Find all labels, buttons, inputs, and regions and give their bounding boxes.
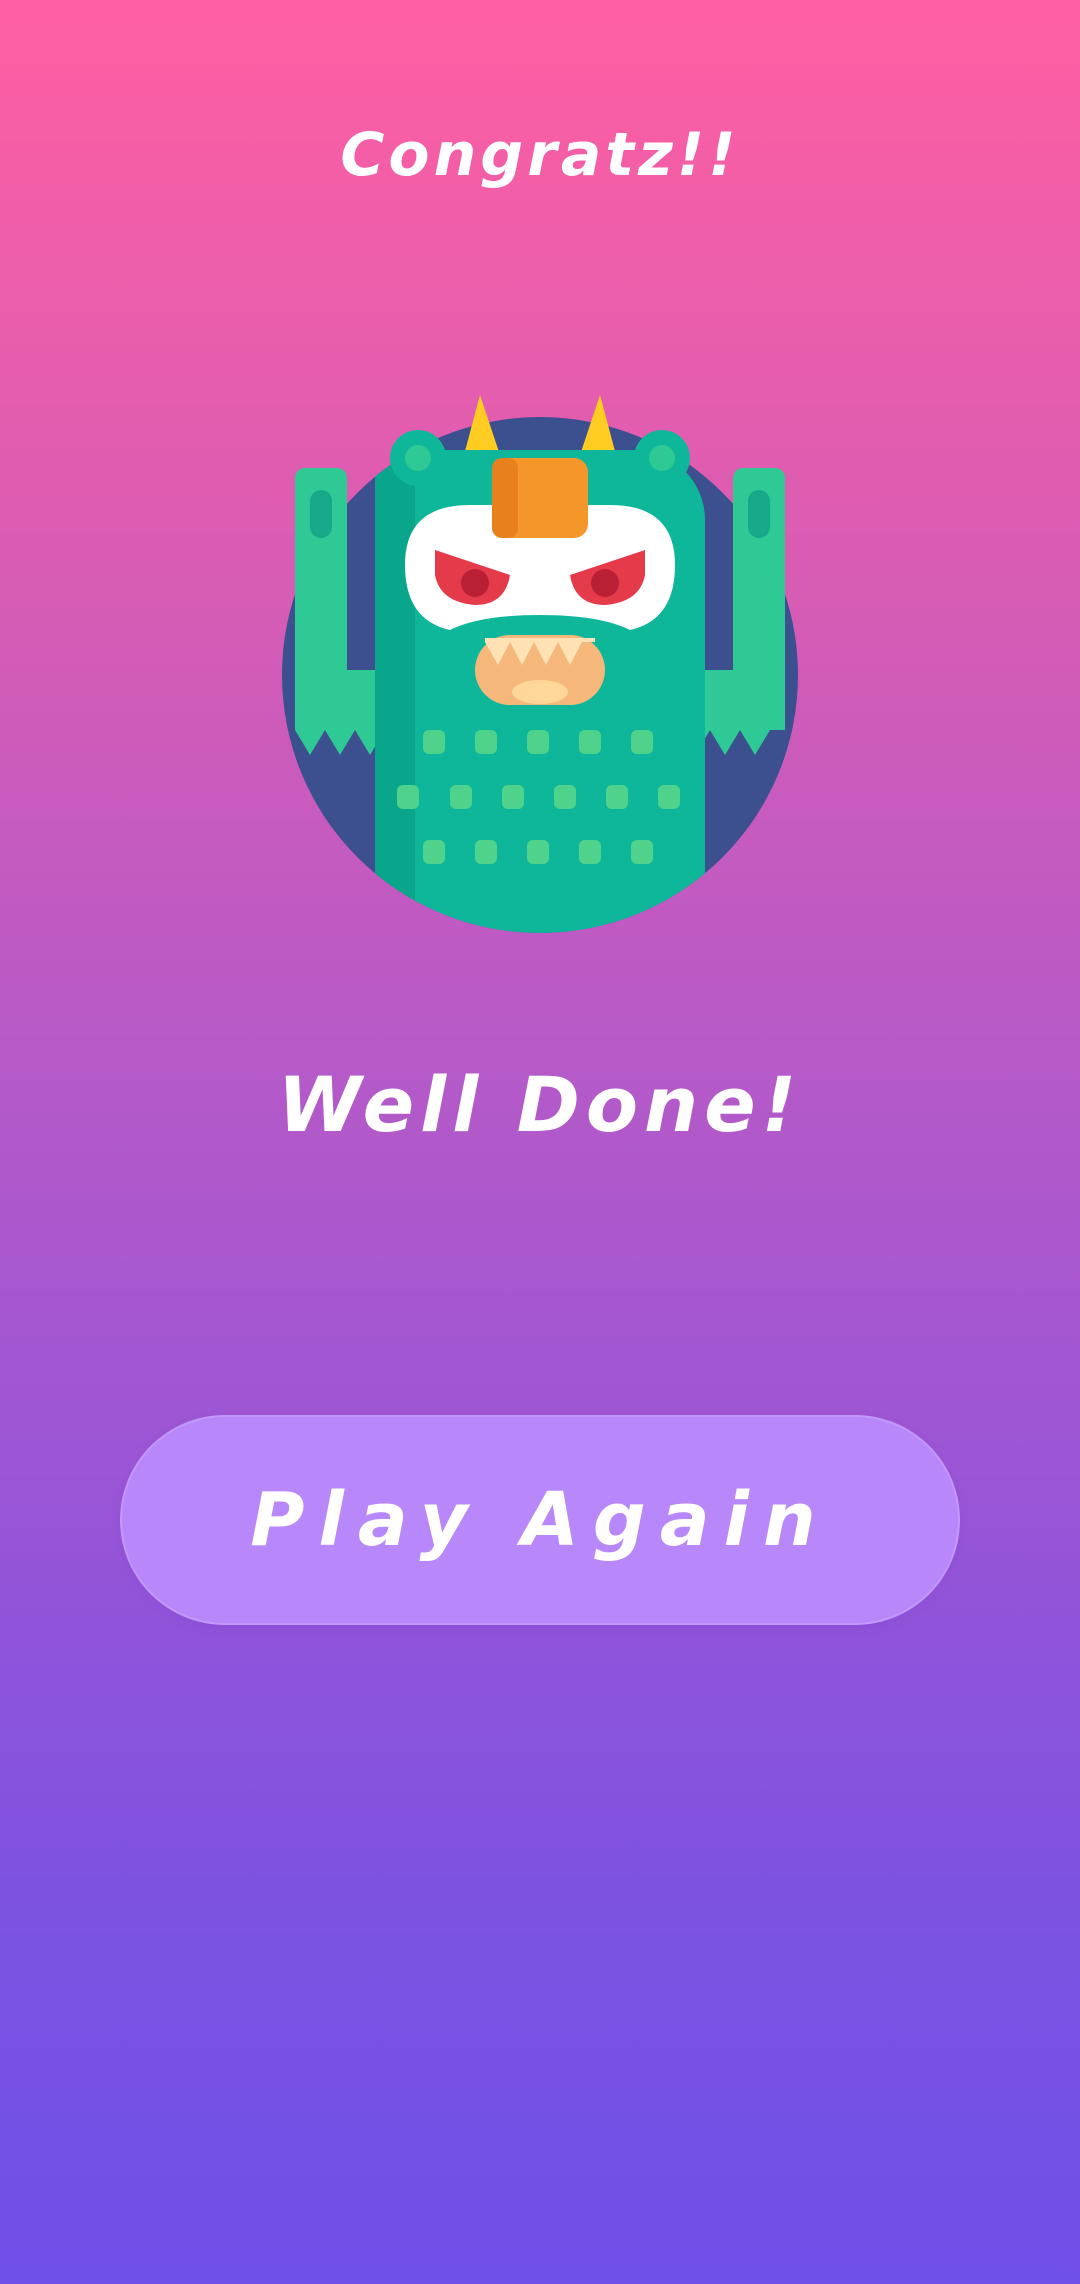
monster-icon	[282, 395, 798, 933]
play-again-button[interactable]: Play Again	[120, 1415, 960, 1625]
well-done-message: Well Done!	[277, 1060, 803, 1149]
congrats-title: Congratz!!	[340, 120, 740, 190]
monster-illustration	[270, 380, 810, 940]
